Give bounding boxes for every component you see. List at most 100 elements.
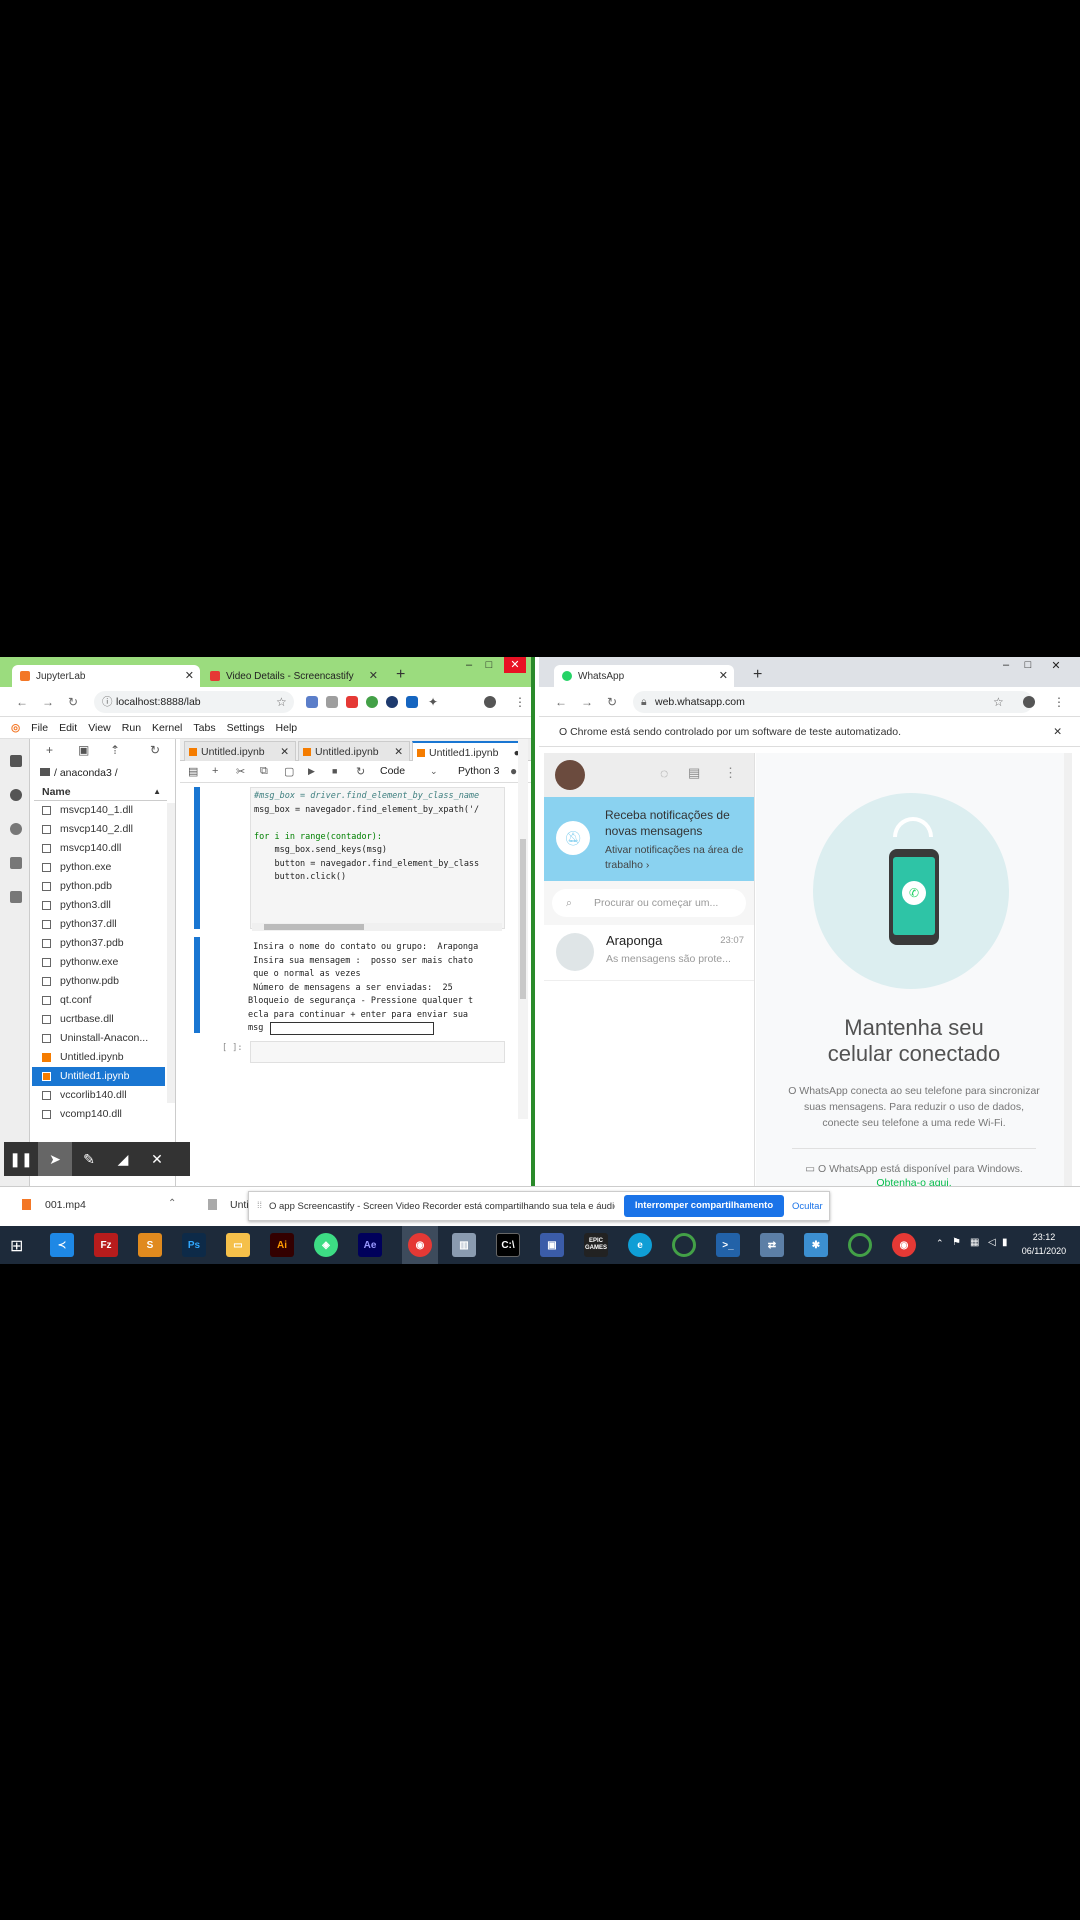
reload-icon[interactable]: ↻ xyxy=(68,695,78,709)
tab-whatsapp[interactable]: WhatsApp ✕ xyxy=(554,665,734,687)
copy-icon[interactable]: ⧉ xyxy=(260,765,268,778)
minimize-icon[interactable]: – xyxy=(458,659,480,671)
file-list-item[interactable]: python3.dll xyxy=(32,896,165,915)
address-bar[interactable]: ⓘ localhost:8888/lab xyxy=(94,691,294,713)
signal-icon[interactable]: ▮ xyxy=(1002,1237,1008,1248)
new-launcher-icon[interactable]: + xyxy=(46,743,53,757)
name-column-header[interactable]: Name ▲ xyxy=(34,783,167,801)
close-window-icon[interactable]: ✕ xyxy=(1045,659,1067,672)
clock[interactable]: 23:12 06/11/2020 xyxy=(1016,1230,1072,1258)
menu-view[interactable]: View xyxy=(88,722,111,734)
app-icon[interactable]: ▣ xyxy=(540,1233,564,1257)
tab-untitled-2[interactable]: Untitled.ipynb ✕ xyxy=(298,741,410,761)
tab-jupyterlab[interactable]: JupyterLab ✕ xyxy=(12,665,200,687)
hide-button[interactable]: Ocultar xyxy=(792,1201,823,1212)
extension-icon[interactable] xyxy=(386,696,398,708)
explorer-icon[interactable]: ▭ xyxy=(226,1233,250,1257)
status-icon[interactable]: ◌ xyxy=(660,765,668,781)
close-tab-icon[interactable]: ✕ xyxy=(719,669,728,682)
forward-icon[interactable]: → xyxy=(581,695,593,709)
volume-icon[interactable]: ◁ xyxy=(988,1237,996,1248)
tab-untitled1[interactable]: Untitled1.ipynb ● xyxy=(412,741,527,761)
stop-sharing-button[interactable]: Interromper compartilhamento xyxy=(624,1195,784,1217)
tabs-icon[interactable] xyxy=(10,891,22,903)
new-folder-icon[interactable]: ▣ xyxy=(78,743,89,757)
tab-screencastify[interactable]: Video Details - Screencastify ✕ xyxy=(202,665,384,687)
new-tab-icon[interactable]: + xyxy=(753,666,762,684)
file-list-item[interactable]: msvcp140_2.dll xyxy=(32,820,165,839)
tab-untitled[interactable]: Untitled.ipynb ✕ xyxy=(184,741,296,761)
chrome-menu-icon[interactable]: ⋮ xyxy=(1053,695,1065,709)
panel-scrollbar[interactable] xyxy=(1064,753,1072,1191)
flag-icon[interactable]: ⚑ xyxy=(952,1237,961,1248)
scroll-thumb[interactable] xyxy=(264,924,364,930)
drag-handle-icon[interactable]: ⁞⁞ xyxy=(257,1200,262,1210)
edge-icon[interactable]: e xyxy=(628,1233,652,1257)
powershell-icon[interactable]: >_ xyxy=(716,1233,740,1257)
chrome-icon[interactable]: ◉ xyxy=(892,1233,916,1257)
menu-help[interactable]: Help xyxy=(276,722,298,734)
chrome-icon[interactable]: ◉ xyxy=(408,1233,432,1257)
reload-icon[interactable]: ↻ xyxy=(607,695,617,709)
folder-icon[interactable] xyxy=(10,755,22,767)
notification-banner[interactable]: 🔕︎ Receba notificações de novas mensagen… xyxy=(544,797,754,881)
illustrator-icon[interactable]: Ai xyxy=(270,1233,294,1257)
file-list-item[interactable]: msvcp140.dll xyxy=(32,839,165,858)
file-list-item[interactable]: qt.conf xyxy=(32,991,165,1010)
avatar[interactable] xyxy=(555,760,585,790)
close-tab-icon[interactable]: ✕ xyxy=(280,742,289,762)
photoshop-icon[interactable]: Ps xyxy=(182,1233,206,1257)
input-prompt-field[interactable] xyxy=(270,1022,434,1035)
profile-avatar[interactable] xyxy=(484,696,496,708)
code-cell-editor[interactable]: #msg_box = driver.find_element_by_class_… xyxy=(250,787,505,929)
menu-edit[interactable]: Edit xyxy=(59,722,77,734)
close-window-icon[interactable]: ✕ xyxy=(504,657,526,673)
chevron-up-icon[interactable]: ⌃ xyxy=(168,1198,176,1209)
maximize-icon[interactable]: □ xyxy=(1017,659,1039,671)
file-list-item[interactable]: Untitled.ipynb xyxy=(32,1048,165,1067)
extensions-puzzle-icon[interactable]: ✦ xyxy=(428,695,438,709)
download-item[interactable]: Unti xyxy=(230,1199,249,1211)
vscode-icon[interactable]: ≺ xyxy=(50,1233,74,1257)
menu-settings[interactable]: Settings xyxy=(227,722,265,734)
notify-link[interactable]: Ativar notificações na área de trabalho … xyxy=(605,843,750,873)
app-icon[interactable]: ▥ xyxy=(452,1233,476,1257)
code-hscrollbar[interactable] xyxy=(252,923,502,931)
stop-icon[interactable]: ■ xyxy=(332,766,337,776)
app-icon[interactable]: ✱ xyxy=(804,1233,828,1257)
extension-icon[interactable] xyxy=(306,696,318,708)
menu-tabs[interactable]: Tabs xyxy=(193,722,215,734)
new-tab-icon[interactable]: + xyxy=(396,666,405,684)
pen-icon[interactable]: ✎ xyxy=(72,1142,106,1176)
terminal-icon[interactable]: C:\ xyxy=(496,1233,520,1257)
cell-type-select[interactable]: Code xyxy=(380,765,405,777)
palette-icon[interactable] xyxy=(10,823,22,835)
after-effects-icon[interactable]: Ae xyxy=(358,1233,382,1257)
cut-icon[interactable]: ✂ xyxy=(236,765,245,778)
scroll-thumb[interactable] xyxy=(520,839,526,999)
file-list-item[interactable]: python37.dll xyxy=(32,915,165,934)
file-list-item[interactable]: msvcp140_1.dll xyxy=(32,801,165,820)
app-icon[interactable] xyxy=(672,1233,696,1257)
menu-file[interactable]: File xyxy=(31,722,48,734)
file-list-item[interactable]: vccorlib140.dll xyxy=(32,1086,165,1105)
extension-icon[interactable] xyxy=(366,696,378,708)
address-bar[interactable]: 🔒︎ web.whatsapp.com xyxy=(633,691,1033,713)
menu-kernel[interactable]: Kernel xyxy=(152,722,182,734)
menu-icon[interactable]: ⋮ xyxy=(724,765,737,781)
file-list-item[interactable]: ucrtbase.dll xyxy=(32,1010,165,1029)
close-tab-icon[interactable]: ✕ xyxy=(394,742,403,762)
close-tab-icon[interactable]: ✕ xyxy=(185,669,194,682)
epic-games-icon[interactable]: EPIC GAMES xyxy=(584,1233,608,1257)
restart-icon[interactable]: ↻ xyxy=(356,765,365,778)
file-list-item[interactable]: pythonw.pdb xyxy=(32,972,165,991)
empty-code-cell[interactable] xyxy=(250,1041,505,1063)
refresh-icon[interactable]: ↻ xyxy=(150,743,160,757)
notebook-scrollbar[interactable] xyxy=(518,739,528,1119)
extension-icon[interactable] xyxy=(346,696,358,708)
chrome-menu-icon[interactable]: ⋮ xyxy=(514,695,526,709)
run-icon[interactable]: ▶ xyxy=(308,766,315,777)
running-icon[interactable] xyxy=(10,789,22,801)
chevron-down-icon[interactable]: ⌄ xyxy=(430,766,438,777)
insert-cell-icon[interactable]: + xyxy=(212,765,218,777)
